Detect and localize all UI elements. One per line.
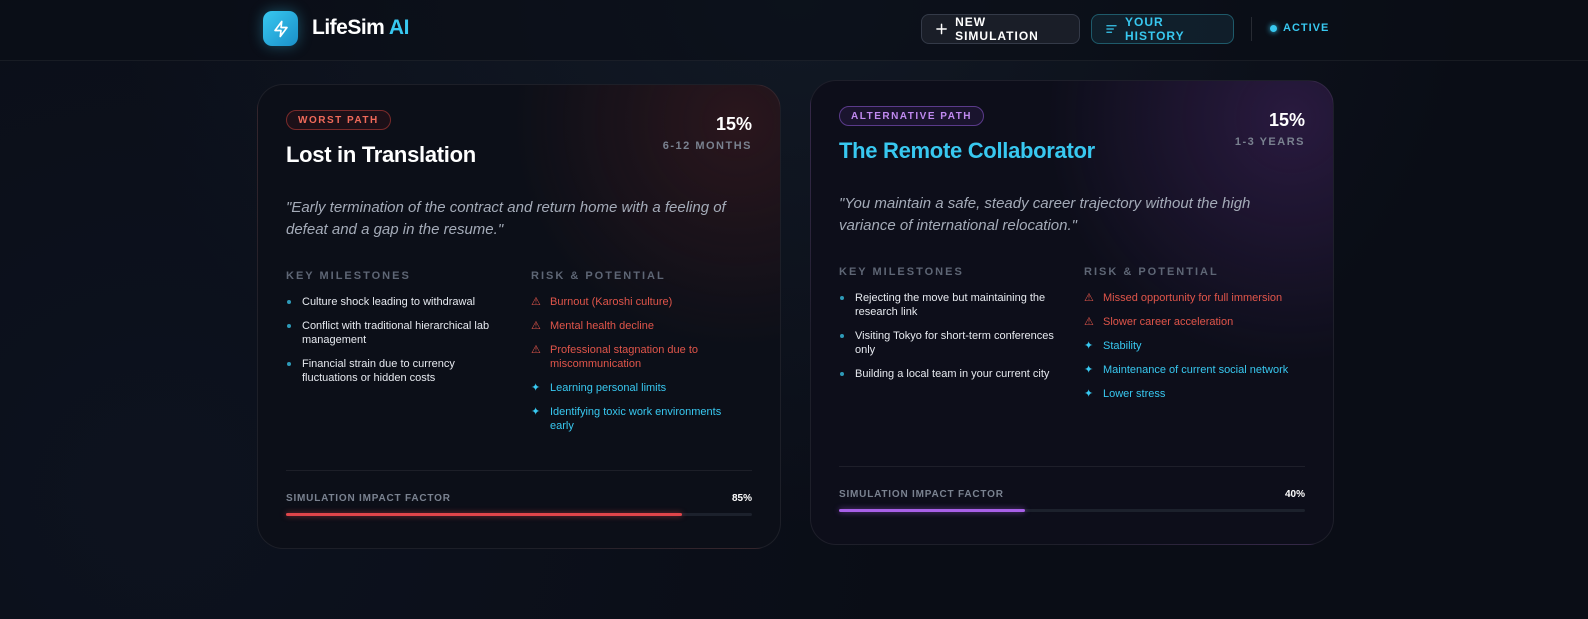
- scenario-quote: "Early termination of the contract and r…: [286, 199, 726, 238]
- app-name-suffix: AI: [384, 16, 410, 39]
- impact-progress-fill: [839, 509, 1026, 512]
- list-item: ⚠ Slower career acceleration: [1084, 315, 1304, 329]
- risk-text: Slower career acceleration: [1103, 316, 1234, 328]
- app-name-primary: LifeSim: [312, 16, 385, 39]
- sparkle-icon: ✦: [1084, 388, 1094, 400]
- milestone-text: Conflict with traditional hierarchical l…: [302, 320, 490, 346]
- plus-icon: [936, 23, 947, 35]
- card-divider: [839, 466, 1305, 467]
- bullet-icon: [840, 372, 844, 376]
- path-badge: WORST PATH: [286, 110, 391, 130]
- impact-progress-fill: [286, 513, 683, 516]
- card-divider: [286, 470, 752, 471]
- sparkle-icon: ✦: [1084, 364, 1094, 376]
- impact-label: SIMULATION IMPACT FACTOR: [839, 489, 1004, 500]
- bullet-icon: [287, 324, 291, 328]
- list-item: Conflict with traditional hierarchical l…: [286, 319, 511, 347]
- risk-text: Mental health decline: [550, 320, 654, 332]
- risk-text: Stability: [1103, 340, 1142, 352]
- impact-progress-bar: [839, 509, 1305, 512]
- list-item: ✦ Lower stress: [1084, 387, 1304, 401]
- milestone-text: Culture shock leading to withdrawal: [302, 296, 476, 308]
- probability-value: 15%: [1268, 110, 1305, 130]
- scenario-card-alternative[interactable]: ALTERNATIVE PATH 15% 1-3 YEARS The Remot…: [810, 80, 1334, 545]
- impact-value: 40%: [1284, 489, 1305, 500]
- warning-icon: ⚠: [1084, 316, 1094, 328]
- bullet-icon: [840, 334, 844, 338]
- risk-text: Lower stress: [1103, 388, 1166, 400]
- warning-icon: ⚠: [531, 296, 541, 308]
- path-badge: ALTERNATIVE PATH: [839, 106, 985, 126]
- list-item: ⚠ Missed opportunity for full immersion: [1084, 291, 1304, 305]
- bullet-icon: [840, 296, 844, 300]
- sparkle-icon: ✦: [1084, 340, 1094, 352]
- list-item: ⚠ Professional stagnation due to miscommu…: [531, 343, 746, 371]
- risks-list: ⚠ Missed opportunity for full immersion ⚠…: [1084, 291, 1304, 411]
- list-item: ✦ Learning personal limits: [531, 381, 746, 395]
- impact-value: 85%: [731, 493, 752, 504]
- duration-label: 6-12 MONTHS: [662, 140, 752, 152]
- list-icon: [1106, 25, 1117, 33]
- milestones-list: Culture shock leading to withdrawal Conf…: [286, 295, 511, 395]
- list-item: Visiting Tokyo for short-term conference…: [839, 329, 1064, 357]
- impact-label: SIMULATION IMPACT FACTOR: [286, 493, 451, 504]
- new-simulation-button[interactable]: NEW SIMULATION: [921, 14, 1080, 44]
- duration-label: 1-3 YEARS: [1234, 136, 1305, 148]
- risk-text: Learning personal limits: [550, 382, 667, 394]
- app-logo[interactable]: [263, 11, 298, 46]
- status-indicator: ACTIVE: [1270, 22, 1329, 34]
- header-divider: [1251, 17, 1252, 41]
- your-history-label: YOUR HISTORY: [1124, 15, 1185, 43]
- risk-text: Missed opportunity for full immersion: [1103, 292, 1283, 304]
- sparkle-icon: ✦: [531, 382, 541, 394]
- list-item: ✦ Stability: [1084, 339, 1304, 353]
- list-item: ⚠ Mental health decline: [531, 319, 746, 333]
- status-label: ACTIVE: [1283, 22, 1330, 34]
- milestone-text: Visiting Tokyo for short-term conference…: [855, 330, 1054, 356]
- scenario-card-worst[interactable]: WORST PATH 15% 6-12 MONTHS Lost in Trans…: [257, 84, 781, 549]
- bullet-icon: [287, 362, 291, 366]
- milestones-heading: KEY MILESTONES: [286, 270, 411, 282]
- app-name: LifeSim AI: [312, 16, 409, 40]
- list-item: ✦ Identifying toxic work environments ear…: [531, 405, 746, 433]
- risk-text: Burnout (Karoshi culture): [550, 296, 673, 308]
- risk-heading: RISK & POTENTIAL: [531, 270, 666, 282]
- milestone-text: Financial strain due to currency fluctua…: [302, 358, 455, 384]
- bullet-icon: [287, 300, 291, 304]
- risk-text: Identifying toxic work environments earl…: [550, 406, 722, 432]
- warning-icon: ⚠: [531, 344, 541, 356]
- risk-text: Professional stagnation due to miscommun…: [550, 344, 698, 370]
- impact-progress-bar: [286, 513, 752, 516]
- risks-list: ⚠ Burnout (Karoshi culture) ⚠ Mental healt…: [531, 295, 746, 443]
- probability-value: 15%: [715, 114, 752, 134]
- scenario-quote: "You maintain a safe, steady career traj…: [839, 195, 1251, 234]
- lightning-bolt-icon: [273, 20, 288, 37]
- risk-heading: RISK & POTENTIAL: [1084, 266, 1219, 278]
- milestones-heading: KEY MILESTONES: [839, 266, 964, 278]
- scenario-title: The Remote Collaborator: [839, 138, 1095, 163]
- scenario-title: Lost in Translation: [286, 142, 476, 167]
- list-item: Culture shock leading to withdrawal: [286, 295, 511, 309]
- new-simulation-label: NEW SIMULATION: [955, 15, 1039, 43]
- top-header: LifeSim AI NEW SIMULATION YOUR HISTORY A…: [0, 0, 1588, 61]
- list-item: Building a local team in your current ci…: [839, 367, 1064, 381]
- risk-text: Maintenance of current social network: [1103, 364, 1289, 376]
- list-item: ✦ Maintenance of current social network: [1084, 363, 1304, 377]
- status-dot-icon: [1270, 24, 1277, 32]
- your-history-button[interactable]: YOUR HISTORY: [1091, 14, 1234, 44]
- warning-icon: ⚠: [1084, 292, 1094, 304]
- list-item: Rejecting the move but maintaining the r…: [839, 291, 1064, 319]
- list-item: ⚠ Burnout (Karoshi culture): [531, 295, 746, 309]
- sparkle-icon: ✦: [531, 406, 541, 418]
- warning-icon: ⚠: [531, 320, 541, 332]
- milestones-list: Rejecting the move but maintaining the r…: [839, 291, 1064, 391]
- list-item: Financial strain due to currency fluctua…: [286, 357, 511, 385]
- milestone-text: Rejecting the move but maintaining the r…: [855, 292, 1046, 318]
- milestone-text: Building a local team in your current ci…: [855, 368, 1050, 380]
